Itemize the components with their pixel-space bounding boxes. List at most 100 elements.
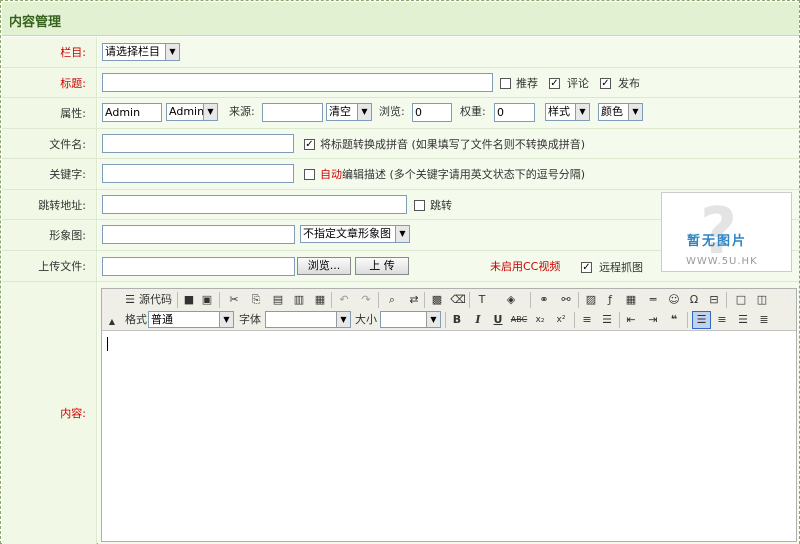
unordered-list-icon[interactable]: ☰ <box>599 312 615 328</box>
auto-description-checkbox[interactable] <box>304 169 315 180</box>
italic-icon[interactable]: I <box>470 312 486 328</box>
subscript-icon[interactable]: x₂ <box>532 312 548 328</box>
source-clear-select[interactable]: 清空 ▼ <box>326 103 372 121</box>
bold-icon[interactable]: B <box>449 312 465 328</box>
ordered-list-icon[interactable]: ≡ <box>579 312 595 328</box>
toolbar-separator <box>331 292 332 308</box>
outdent-icon[interactable]: ⇤ <box>623 312 639 328</box>
maximize-icon[interactable]: □ <box>733 292 749 308</box>
remote-fetch-checkbox[interactable]: ✓ <box>581 262 592 273</box>
size-select[interactable]: ▼ <box>380 311 441 328</box>
cc-video-link[interactable]: 未启用CC视频 <box>490 260 560 274</box>
source-code-button[interactable]: 源代码 <box>139 293 172 307</box>
rich-text-editor: ▲ ☰ 源代码 ■ ▣ ✂ ⎘ ▤ ▥ ▦ ↶ ↷ ⌕ ⇄ ▩ ⌫ T ◈ ⚭ … <box>101 288 797 542</box>
author-input[interactable]: Admin <box>102 103 162 122</box>
toolbar-separator <box>177 292 178 308</box>
column-label: 栏目: <box>60 46 86 59</box>
weight-input[interactable]: 0 <box>494 103 535 122</box>
redo-icon[interactable]: ↷ <box>358 292 374 308</box>
select-all-icon[interactable]: ▩ <box>429 292 445 308</box>
keywords-input[interactable] <box>102 164 294 183</box>
align-right-icon[interactable]: ☰ <box>735 312 751 328</box>
editor-content-area[interactable] <box>102 332 796 541</box>
toolbar-separator <box>726 292 727 308</box>
image-icon[interactable]: ▨ <box>583 292 599 308</box>
style-select[interactable]: 样式 ▼ <box>545 103 590 121</box>
image-input[interactable] <box>102 225 295 244</box>
keywords-row: 关键字: 自动编辑描述 (多个关键字请用英文状态下的逗号分隔) <box>2 159 799 190</box>
pinyin-checkbox[interactable]: ✓ <box>304 139 315 150</box>
toolbar-separator <box>530 292 531 308</box>
views-input[interactable]: 0 <box>412 103 452 122</box>
redirect-label-cell: 跳转地址: <box>2 190 97 219</box>
upload-button[interactable]: 上 传 <box>355 257 409 275</box>
format-select[interactable]: 普通 ▼ <box>148 311 234 328</box>
show-blocks-icon[interactable]: ◫ <box>754 292 770 308</box>
preview-icon[interactable]: ▣ <box>199 292 215 308</box>
content-label-cell: 内容: <box>2 282 97 544</box>
remove-format-icon[interactable]: ⌫ <box>450 292 466 308</box>
publish-checkbox[interactable]: ✓ <box>600 78 611 89</box>
toolbar-separator <box>378 292 379 308</box>
title-label: 标题: <box>60 76 86 90</box>
bg-color-icon[interactable]: ◈ <box>503 292 519 308</box>
style-select-value: 样式 <box>548 105 570 118</box>
image-label: 形象图: <box>49 229 86 242</box>
recommend-checkbox[interactable] <box>500 78 511 89</box>
indent-icon[interactable]: ⇥ <box>645 312 661 328</box>
table-icon[interactable]: ▦ <box>623 292 639 308</box>
collapse-toolbar-icon[interactable]: ▲ <box>104 314 120 330</box>
redirect-checkbox[interactable] <box>414 200 425 211</box>
redirect-input[interactable] <box>102 195 407 214</box>
source-input[interactable] <box>262 103 323 122</box>
superscript-icon[interactable]: x² <box>553 312 569 328</box>
copy-icon[interactable]: ⎘ <box>248 292 264 308</box>
flash-icon[interactable]: ƒ <box>602 292 618 308</box>
underline-icon[interactable]: U <box>490 312 506 328</box>
cut-icon[interactable]: ✂ <box>226 292 242 308</box>
link-icon[interactable]: ⚭ <box>536 292 552 308</box>
special-char-icon[interactable]: Ω <box>686 292 702 308</box>
toolbar-separator <box>619 312 620 328</box>
column-select-value: 请选择栏目 <box>105 45 160 58</box>
text-color-icon[interactable]: T <box>474 292 490 308</box>
color-select[interactable]: 颜色 ▼ <box>598 103 643 121</box>
align-left-icon[interactable]: ☰ <box>692 311 711 329</box>
hr-icon[interactable]: ═ <box>645 292 661 308</box>
paste-text-icon[interactable]: ▥ <box>291 292 307 308</box>
upload-file-input[interactable] <box>102 257 295 276</box>
panel-title: 内容管理 <box>9 15 62 30</box>
find-icon[interactable]: ⌕ <box>384 292 400 308</box>
image-select-value: 不指定文章形象图 <box>303 227 391 240</box>
unlink-icon[interactable]: ⚯ <box>558 292 574 308</box>
title-input[interactable] <box>102 73 493 92</box>
replace-icon[interactable]: ⇄ <box>406 292 422 308</box>
page-break-icon[interactable]: ⊟ <box>706 292 722 308</box>
author-select[interactable]: Admin ▼ <box>166 103 218 121</box>
attributes-label-cell: 属性: <box>2 98 97 128</box>
column-select[interactable]: 请选择栏目 ▼ <box>102 43 180 61</box>
toolbar-separator <box>445 312 446 328</box>
smiley-icon[interactable]: ☺ <box>666 292 682 308</box>
justify-icon[interactable]: ≣ <box>756 312 772 328</box>
font-select[interactable]: ▼ <box>265 311 351 328</box>
comment-checkbox[interactable]: ✓ <box>549 78 560 89</box>
source-icon[interactable]: ☰ <box>122 292 138 308</box>
undo-icon[interactable]: ↶ <box>336 292 352 308</box>
paste-icon[interactable]: ▤ <box>270 292 286 308</box>
browse-button[interactable]: 浏览... <box>297 257 351 275</box>
paste-word-icon[interactable]: ▦ <box>312 292 328 308</box>
blockquote-icon[interactable]: ❝ <box>666 312 682 328</box>
image-select[interactable]: 不指定文章形象图 ▼ <box>300 225 410 243</box>
filename-row: 文件名: ✓ 将标题转换成拼音 (如果填写了文件名则不转换成拼音) <box>2 129 799 159</box>
chevron-down-icon: ▼ <box>357 104 371 120</box>
align-center-icon[interactable]: ≡ <box>714 312 730 328</box>
content-label: 内容: <box>60 407 86 420</box>
strike-icon[interactable]: ABC <box>509 312 529 328</box>
format-select-value: 普通 <box>151 313 173 326</box>
author-select-value: Admin <box>169 105 205 118</box>
filename-input[interactable] <box>102 134 294 153</box>
chevron-down-icon: ▼ <box>219 312 233 327</box>
save-icon[interactable]: ■ <box>181 292 197 308</box>
editor-toolbar: ▲ ☰ 源代码 ■ ▣ ✂ ⎘ ▤ ▥ ▦ ↶ ↷ ⌕ ⇄ ▩ ⌫ T ◈ ⚭ … <box>102 289 796 331</box>
